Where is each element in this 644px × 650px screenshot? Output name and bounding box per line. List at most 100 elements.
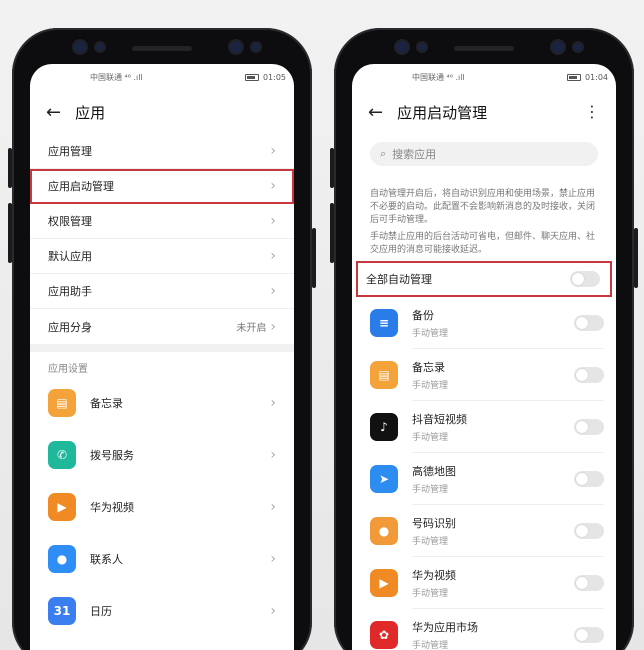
chevron-right-icon: › — [270, 283, 276, 299]
section-label: 应用设置 — [48, 364, 88, 375]
search-placeholder: 搜索应用 — [392, 148, 437, 161]
auto-manage-all-label: 全部自动管理 — [366, 273, 432, 287]
front-camera — [396, 41, 408, 53]
page-title: 应用启动管理 — [397, 103, 488, 122]
contacts-app-icon: ● — [48, 545, 76, 573]
menu-item-app-launch[interactable]: 应用启动管理 › — [30, 169, 294, 204]
phone-left: 中国联通 ⁴⁶ .ıll 01:05 ← 应用 应用管理 › 应用启动管理 › … — [8, 28, 316, 650]
search-icon: ⌕ — [380, 147, 387, 160]
menu-item-app-twin[interactable]: 应用分身 未开启 › — [30, 309, 294, 344]
launch-toggle[interactable] — [574, 522, 604, 539]
menu-item-default-apps[interactable]: 默认应用 › — [30, 239, 294, 274]
video-app-icon: ▶ — [48, 493, 76, 521]
chevron-right-icon: › — [270, 178, 276, 194]
app-name: 拨号服务 — [90, 449, 134, 462]
menu-item-permissions[interactable]: 权限管理 › — [30, 204, 294, 239]
menu-item-label: 应用分身 — [48, 320, 92, 334]
app-bar: ← 应用启动管理 ⋮ — [352, 90, 616, 134]
auto-manage-all-toggle[interactable] — [570, 271, 600, 288]
volume-button — [8, 203, 12, 263]
phone-right: 中国联通 ⁴⁶ .ıll 01:04 ← 应用启动管理 ⋮ ⌕ 搜索应用 自动管… — [330, 28, 638, 650]
chevron-right-icon: › — [270, 318, 276, 335]
app-row-amap[interactable]: ➤ 高德地图 手动管理 — [352, 453, 616, 506]
carrier-text: 中国联通 ⁴⁶ .ıll — [90, 72, 143, 82]
search-input[interactable]: ⌕ 搜索应用 — [370, 142, 598, 166]
volume-button — [330, 148, 334, 188]
launch-toggle[interactable] — [574, 366, 604, 383]
description-text: 手动禁止应用的后台活动可省电，但邮件、聊天应用、社交应用的消息可能接收延迟。 — [370, 232, 596, 256]
auto-manage-all-row[interactable]: 全部自动管理 — [356, 261, 612, 298]
chevron-right-icon: › — [270, 395, 276, 411]
app-row-memo[interactable]: ▤ 备忘录 › — [30, 377, 294, 429]
chevron-right-icon: › — [270, 603, 276, 619]
app-row-video[interactable]: ▶ 华为视频 手动管理 — [352, 557, 616, 610]
chevron-right-icon: › — [270, 143, 276, 159]
earpiece — [454, 46, 514, 51]
chevron-right-icon: › — [270, 499, 276, 515]
phone-app-icon: ✆ — [48, 441, 76, 469]
menu-item-label: 应用管理 — [48, 145, 92, 158]
app-row-video[interactable]: ▶ 华为视频 › — [30, 481, 294, 533]
chevron-right-icon: › — [270, 248, 276, 264]
status-bar: 中国联通 ⁴⁶ .ıll 01:04 — [352, 64, 616, 90]
video-app-icon: ▶ — [370, 569, 398, 598]
sensor — [230, 41, 242, 53]
menu-item-app-assistant[interactable]: 应用助手 › — [30, 274, 294, 309]
launch-toggle[interactable] — [574, 314, 604, 331]
map-app-icon: ➤ — [370, 465, 398, 494]
sensor — [96, 43, 104, 51]
menu-item-label: 默认应用 — [48, 250, 92, 263]
launch-toggle[interactable] — [574, 470, 604, 487]
douyin-app-icon: ♪ — [370, 413, 398, 442]
app-row-memo[interactable]: ▤ 备忘录 手动管理 — [352, 349, 616, 402]
back-arrow-icon[interactable]: ← — [368, 102, 383, 123]
page-title: 应用 — [75, 103, 106, 122]
earpiece — [132, 46, 192, 51]
memo-app-icon: ▤ — [370, 361, 398, 390]
app-row-dialer[interactable]: ✆ 拨号服务 › — [30, 429, 294, 481]
volume-button — [8, 148, 12, 188]
carrier-text: 中国联通 ⁴⁶ .ıll — [412, 72, 465, 82]
app-name: 联系人 — [90, 553, 123, 566]
launch-toggle[interactable] — [574, 418, 604, 435]
status-bar: 中国联通 ⁴⁶ .ıll 01:05 — [30, 64, 294, 90]
description: 自动管理开启后，将自动识别应用和使用场景，禁止应用不必要的启动。此配置不会影响新… — [352, 176, 616, 257]
app-row-contacts[interactable]: ● 联系人 › — [30, 533, 294, 585]
battery-icon — [566, 73, 581, 81]
section-divider — [30, 344, 294, 352]
sensor — [552, 41, 564, 53]
app-name: 备忘录 — [90, 397, 123, 410]
launch-toggle[interactable] — [574, 574, 604, 591]
chevron-right-icon: › — [270, 213, 276, 229]
memo-app-icon: ▤ — [48, 389, 76, 417]
menu-item-label: 应用助手 — [48, 285, 92, 298]
sensor — [252, 43, 260, 51]
more-vert-icon[interactable]: ⋮ — [584, 104, 600, 120]
screen-apps: 中国联通 ⁴⁶ .ıll 01:05 ← 应用 应用管理 › 应用启动管理 › … — [30, 64, 294, 650]
clock: 01:05 — [262, 72, 286, 82]
app-row-douyin[interactable]: ♪ 抖音短视频 手动管理 — [352, 401, 616, 454]
canvas: 中国联通 ⁴⁶ .ıll 01:05 ← 应用 应用管理 › 应用启动管理 › … — [0, 0, 644, 650]
sensor — [574, 43, 582, 51]
power-button — [634, 228, 638, 288]
front-camera — [74, 41, 86, 53]
sensor — [418, 43, 426, 51]
back-arrow-icon[interactable]: ← — [46, 102, 61, 123]
appgallery-app-icon: ✿ — [370, 621, 398, 650]
app-row-backup[interactable]: ≡ 备份 手动管理 — [352, 297, 616, 350]
app-row-calendar[interactable]: 31 日历 › — [30, 585, 294, 637]
caller-id-app-icon: ● — [370, 517, 398, 546]
description-text: 自动管理开启后，将自动识别应用和使用场景，禁止应用不必要的启动。此配置不会影响新… — [370, 189, 596, 226]
app-name: 日历 — [90, 605, 112, 618]
menu-item-label: 权限管理 — [48, 215, 92, 228]
app-row-caller-id[interactable]: ● 号码识别 手动管理 — [352, 505, 616, 558]
calendar-app-icon: 31 — [48, 597, 76, 625]
app-bar: ← 应用 — [30, 90, 294, 134]
menu-item-app-management[interactable]: 应用管理 › — [30, 134, 294, 169]
launch-toggle[interactable] — [574, 626, 604, 643]
app-row-appgallery[interactable]: ✿ 华为应用市场 手动管理 — [352, 609, 616, 650]
chevron-right-icon: › — [270, 551, 276, 567]
clock: 01:04 — [584, 72, 608, 82]
chevron-right-icon: › — [270, 447, 276, 463]
app-name: 华为视频 — [90, 501, 134, 514]
